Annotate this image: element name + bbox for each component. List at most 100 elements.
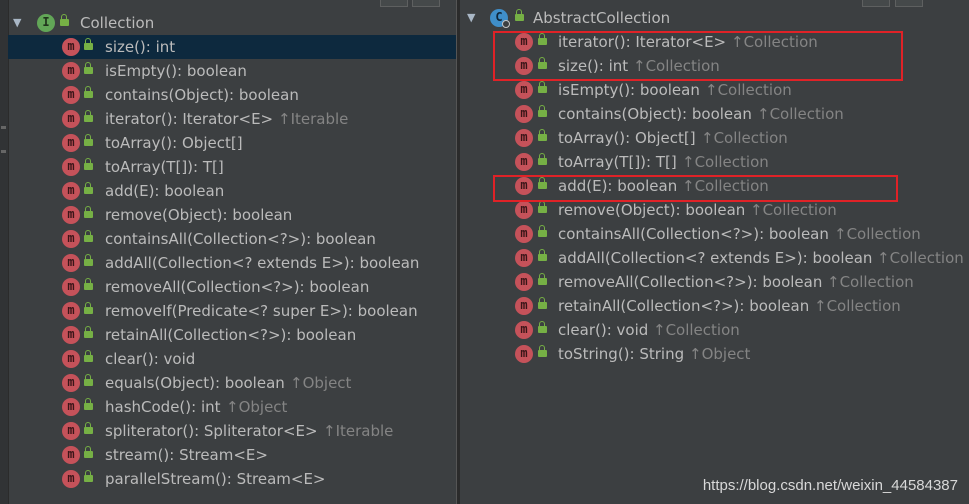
method-signature: remove(Object): boolean bbox=[105, 206, 293, 224]
method-signature: clear(): void bbox=[558, 321, 649, 339]
expand-triangle-icon[interactable]: ▼ bbox=[467, 6, 475, 30]
method-icon: m bbox=[515, 345, 533, 363]
method-row[interactable]: m add(E): boolean bbox=[0, 179, 458, 203]
public-lock-icon bbox=[538, 273, 547, 286]
method-icon: m bbox=[62, 446, 80, 464]
public-lock-icon bbox=[84, 326, 93, 339]
structure-panel-collection: ▼ I Collection m size(): int m isEmpty(): b… bbox=[0, 0, 458, 504]
public-lock-icon bbox=[84, 302, 93, 315]
watermark: https://blog.csdn.net/weixin_44584387 bbox=[702, 477, 958, 494]
method-row[interactable]: m clear(): void ↑Collection bbox=[460, 318, 969, 342]
method-signature: toString(): String bbox=[558, 345, 685, 363]
structure-panel-abstractcollection: ▼ C AbstractCollection m iterator(): Iter… bbox=[460, 0, 969, 504]
method-icon: m bbox=[62, 38, 80, 56]
method-icon: m bbox=[62, 110, 80, 128]
method-icon: m bbox=[515, 81, 533, 99]
toolbar-button[interactable] bbox=[412, 0, 440, 7]
public-lock-icon bbox=[84, 86, 93, 99]
method-signature: spliterator(): Spliterator<E> bbox=[105, 422, 318, 440]
method-icon: m bbox=[62, 374, 80, 392]
method-signature: toArray(T[]): T[] bbox=[105, 158, 224, 176]
public-lock-icon bbox=[84, 206, 93, 219]
method-row[interactable]: m toString(): String ↑Object bbox=[460, 342, 969, 366]
method-row[interactable]: m equals(Object): boolean ↑Object bbox=[0, 371, 458, 395]
method-signature: hashCode(): int bbox=[105, 398, 221, 416]
method-row[interactable]: m hashCode(): int ↑Object bbox=[0, 395, 458, 419]
method-row[interactable]: m addAll(Collection<? extends E>): boolea… bbox=[0, 251, 458, 275]
method-signature: isEmpty(): boolean bbox=[105, 62, 247, 80]
method-icon: m bbox=[62, 86, 80, 104]
inherited-from: ↑Collection bbox=[834, 225, 921, 243]
method-signature: retainAll(Collection<?>): boolean bbox=[558, 297, 810, 315]
method-row[interactable]: m parallelStream(): Stream<E> bbox=[0, 467, 458, 491]
public-lock-icon bbox=[84, 350, 93, 363]
method-row[interactable]: m containsAll(Collection<?>): boolean bbox=[0, 227, 458, 251]
method-icon: m bbox=[515, 201, 533, 219]
method-signature: removeAll(Collection<?>): boolean bbox=[558, 273, 823, 291]
method-signature: toArray(): Object[] bbox=[105, 134, 243, 152]
method-row[interactable]: m toArray(): Object[] bbox=[0, 131, 458, 155]
method-row[interactable]: m clear(): void bbox=[0, 347, 458, 371]
method-signature: equals(Object): boolean bbox=[105, 374, 285, 392]
method-icon: m bbox=[515, 129, 533, 147]
method-row[interactable]: m remove(Object): boolean bbox=[0, 203, 458, 227]
interface-icon: I bbox=[37, 14, 55, 32]
method-row[interactable]: m size(): int bbox=[8, 35, 458, 59]
method-row[interactable]: m removeAll(Collection<?>): boolean bbox=[0, 275, 458, 299]
inherited-from: ↑Collection bbox=[757, 105, 844, 123]
method-row[interactable]: m contains(Object): boolean bbox=[0, 83, 458, 107]
method-row[interactable]: m contains(Object): boolean ↑Collection bbox=[460, 102, 969, 126]
public-lock-icon bbox=[538, 201, 547, 214]
method-row[interactable]: m spliterator(): Spliterator<E> ↑Iterable bbox=[0, 419, 458, 443]
method-icon: m bbox=[62, 326, 80, 344]
inherited-from: ↑Collection bbox=[877, 249, 964, 267]
method-row[interactable]: m removeIf(Predicate<? super E>): boolean bbox=[0, 299, 458, 323]
method-row[interactable]: m toArray(T[]): T[] bbox=[0, 155, 458, 179]
method-signature: removeIf(Predicate<? super E>): boolean bbox=[105, 302, 418, 320]
method-icon: m bbox=[515, 321, 533, 339]
method-icon: m bbox=[62, 302, 80, 320]
method-row[interactable]: m toArray(): Object[] ↑Collection bbox=[460, 126, 969, 150]
method-row[interactable]: m containsAll(Collection<?>): boolean ↑Col… bbox=[460, 222, 969, 246]
public-lock-icon bbox=[84, 134, 93, 147]
method-icon: m bbox=[515, 105, 533, 123]
tree-root-abstractcollection[interactable]: ▼ C AbstractCollection bbox=[460, 6, 969, 30]
method-row[interactable]: m addAll(Collection<? extends E>): boolea… bbox=[460, 246, 969, 270]
method-row[interactable]: m toArray(T[]): T[] ↑Collection bbox=[460, 150, 969, 174]
public-lock-icon bbox=[84, 38, 93, 51]
method-row[interactable]: m iterator(): Iterator<E> ↑Iterable bbox=[0, 107, 458, 131]
toolbar-button[interactable] bbox=[380, 0, 408, 7]
method-signature: containsAll(Collection<?>): boolean bbox=[105, 230, 376, 248]
public-lock-icon bbox=[84, 182, 93, 195]
method-row[interactable]: m retainAll(Collection<?>): boolean ↑Colle… bbox=[460, 294, 969, 318]
public-lock-icon bbox=[538, 129, 547, 142]
method-row[interactable]: m isEmpty(): boolean bbox=[0, 59, 458, 83]
public-lock-icon bbox=[538, 321, 547, 334]
method-signature: toArray(): Object[] bbox=[558, 129, 696, 147]
method-signature: iterator(): Iterator<E> bbox=[105, 110, 274, 128]
inherited-from: ↑Collection bbox=[653, 321, 740, 339]
method-signature: parallelStream(): Stream<E> bbox=[105, 470, 326, 488]
method-row[interactable]: m removeAll(Collection<?>): boolean ↑Colle… bbox=[460, 270, 969, 294]
inherited-from: ↑Object bbox=[290, 374, 352, 392]
public-lock-icon bbox=[84, 278, 93, 291]
inherited-from: ↑Object bbox=[226, 398, 288, 416]
public-lock-icon bbox=[538, 105, 547, 118]
method-row[interactable]: m stream(): Stream<E> bbox=[0, 443, 458, 467]
public-lock-icon bbox=[84, 374, 93, 387]
method-icon: m bbox=[62, 62, 80, 80]
method-icon: m bbox=[515, 249, 533, 267]
expand-triangle-icon[interactable]: ▼ bbox=[13, 11, 21, 35]
tree-root-collection[interactable]: ▼ I Collection bbox=[0, 11, 458, 35]
abstract-marker-icon bbox=[502, 20, 510, 28]
method-row[interactable]: m retainAll(Collection<?>): boolean bbox=[0, 323, 458, 347]
inherited-from: ↑Iterable bbox=[278, 110, 349, 128]
public-lock-icon bbox=[538, 249, 547, 262]
method-icon: m bbox=[62, 254, 80, 272]
method-signature: addAll(Collection<? extends E>): boolean bbox=[105, 254, 420, 272]
method-row[interactable]: m isEmpty(): boolean ↑Collection bbox=[460, 78, 969, 102]
method-icon: m bbox=[62, 278, 80, 296]
public-lock-icon bbox=[538, 297, 547, 310]
method-signature: containsAll(Collection<?>): boolean bbox=[558, 225, 829, 243]
method-icon: m bbox=[62, 134, 80, 152]
